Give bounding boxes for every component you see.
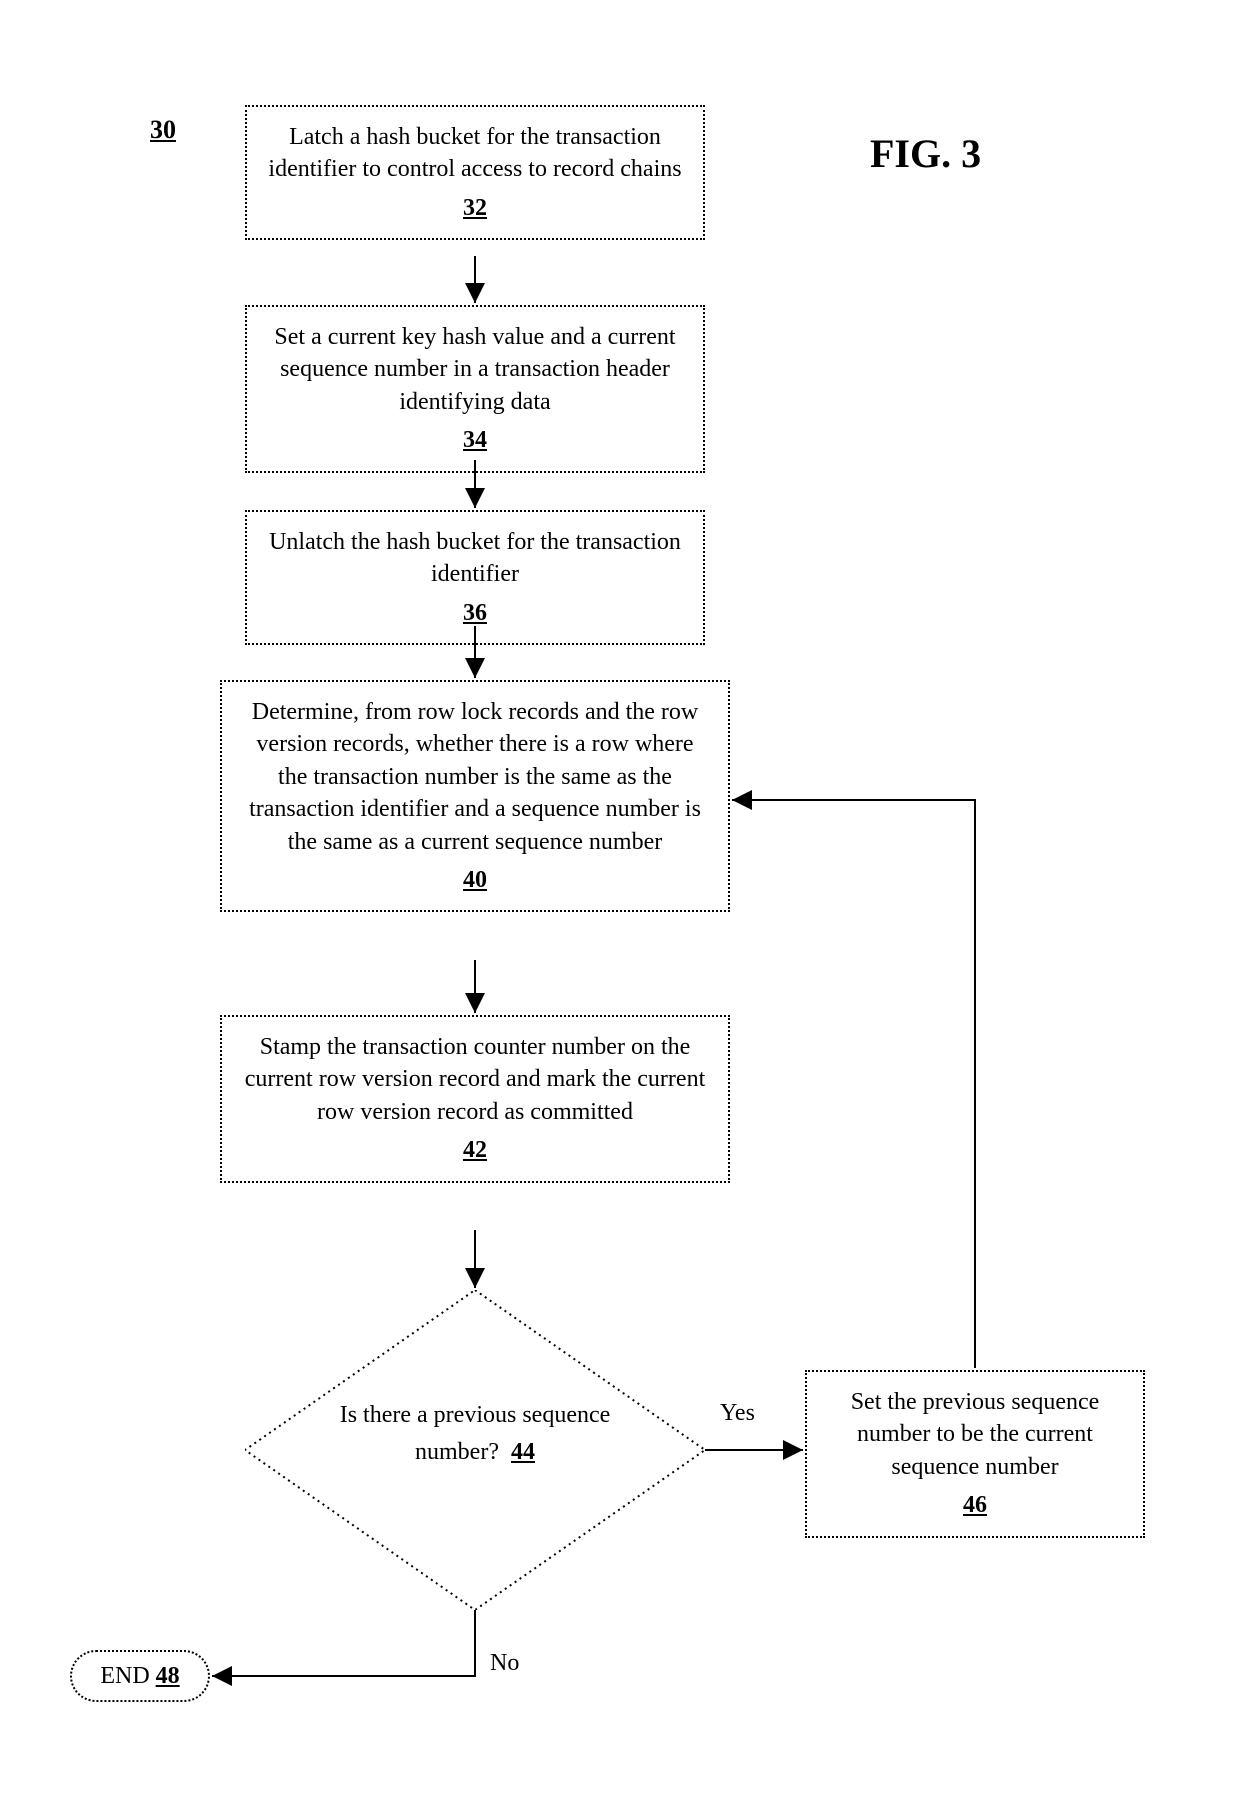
step-40-text: Determine, from row lock records and the…: [249, 699, 701, 855]
edge-yes-label: Yes: [720, 1400, 755, 1427]
step-32: Latch a hash bucket for the transaction …: [245, 105, 705, 240]
decision-44-ref: 44: [511, 1437, 535, 1468]
end-text: END: [100, 1663, 149, 1689]
step-34-text: Set a current key hash value and a curre…: [274, 324, 675, 415]
step-40: Determine, from row lock records and the…: [220, 680, 730, 912]
end-terminator: END 48: [70, 1650, 210, 1702]
step-36-text: Unlatch the hash bucket for the transact…: [269, 529, 681, 587]
step-46-ref: 46: [963, 1489, 987, 1521]
step-46: Set the previous sequence number to be t…: [805, 1370, 1145, 1538]
step-42-ref: 42: [463, 1134, 487, 1166]
step-34: Set a current key hash value and a curre…: [245, 305, 705, 473]
step-32-ref: 32: [463, 192, 487, 224]
step-46-text: Set the previous sequence number to be t…: [851, 1389, 1100, 1480]
edge-no-label: No: [490, 1650, 519, 1677]
diagram-ref: 30: [150, 115, 176, 145]
figure-caption: FIG. 3: [870, 130, 981, 177]
decision-44-text: Is there a previous sequence number?: [340, 1402, 611, 1465]
step-36: Unlatch the hash bucket for the transact…: [245, 510, 705, 645]
step-34-ref: 34: [463, 424, 487, 456]
end-ref: 48: [156, 1652, 180, 1700]
decision-44-label: Is there a previous sequence number? 44: [310, 1400, 640, 1468]
step-32-text: Latch a hash bucket for the transaction …: [268, 124, 681, 182]
step-42-text: Stamp the transaction counter number on …: [245, 1034, 705, 1125]
step-42: Stamp the transaction counter number on …: [220, 1015, 730, 1183]
step-40-ref: 40: [463, 864, 487, 896]
flowchart-canvas: FIG. 3 30 Latch a hash bucket for the tr…: [0, 0, 1240, 1812]
step-36-ref: 36: [463, 597, 487, 629]
